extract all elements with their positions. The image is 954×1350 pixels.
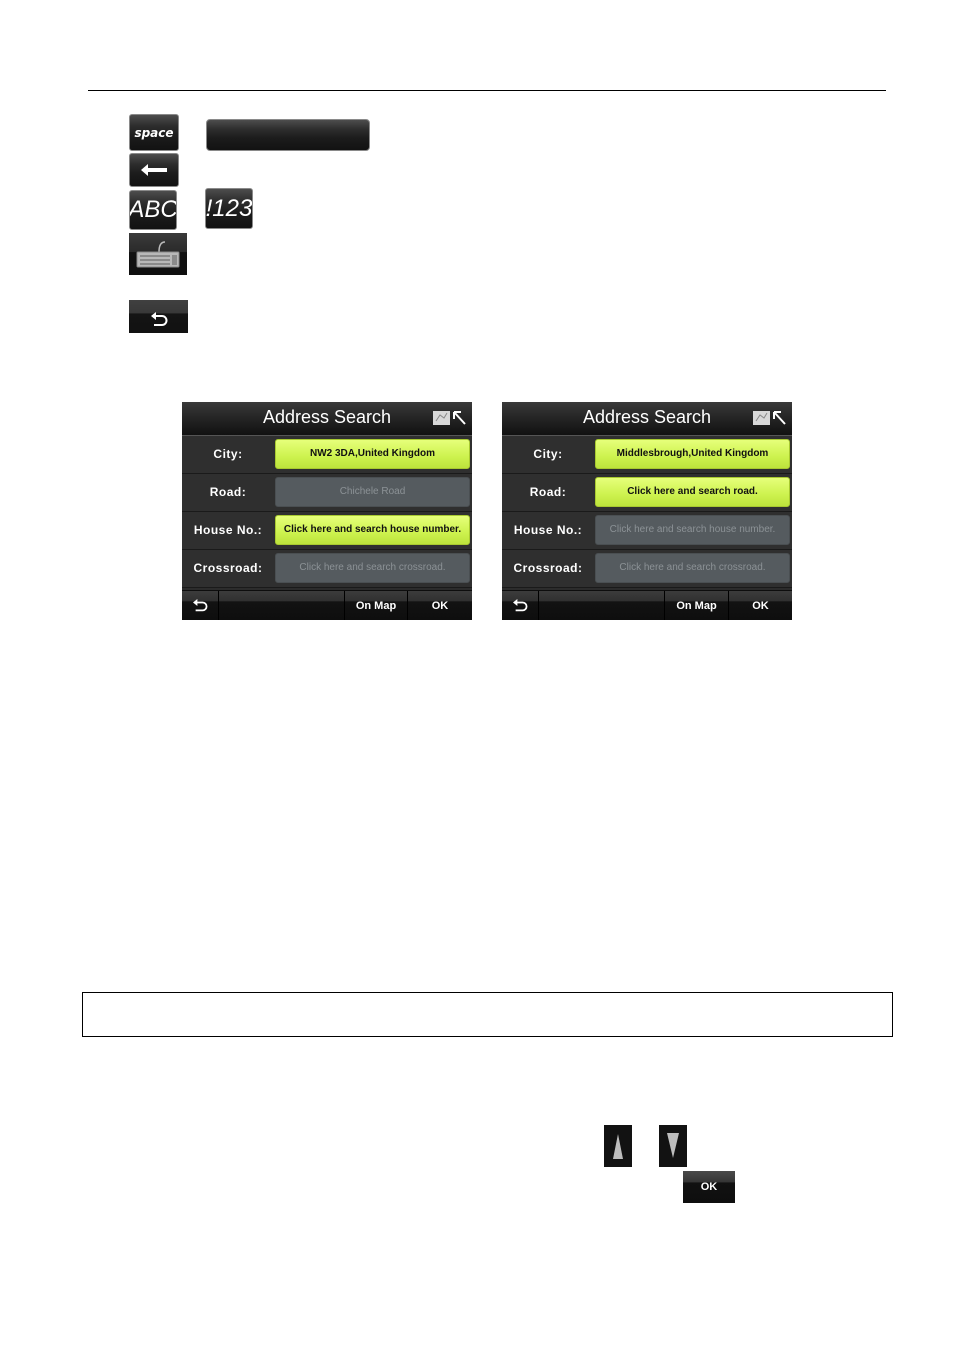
keyboard-key[interactable] xyxy=(129,233,187,275)
city-field[interactable]: NW2 3DA,United Kingdom xyxy=(275,439,470,469)
space-bar-key[interactable] xyxy=(206,119,370,151)
undo-icon xyxy=(513,598,528,611)
undo-icon xyxy=(150,311,167,326)
city-field[interactable]: Middlesbrough,United Kingdom xyxy=(595,439,790,469)
back-button[interactable] xyxy=(502,591,538,620)
scroll-up-key[interactable] xyxy=(604,1125,632,1167)
triangle-up-icon xyxy=(613,1134,623,1159)
ok-button[interactable]: OK xyxy=(407,591,472,620)
abc-key-label: ABC xyxy=(129,196,177,223)
house-no-field[interactable]: Click here and search house number. xyxy=(275,515,470,545)
house-no-label: House No.: xyxy=(193,523,263,537)
city-label: City: xyxy=(533,447,563,461)
back-button[interactable] xyxy=(182,591,218,620)
ok-key[interactable]: OK xyxy=(683,1171,735,1203)
address-search-screen: Address Search City: NW2 3DA,United King… xyxy=(182,402,472,620)
blank-button xyxy=(538,591,664,620)
ok-button[interactable]: OK xyxy=(728,591,792,620)
note-box xyxy=(82,992,893,1037)
house-no-row: House No.: Click here and search house n… xyxy=(502,512,792,550)
crossroad-label: Crossroad: xyxy=(513,561,583,575)
crossroad-row: Crossroad: Click here and search crossro… xyxy=(182,550,472,588)
crossroad-row: Crossroad: Click here and search crossro… xyxy=(502,550,792,588)
on-map-button[interactable]: On Map xyxy=(344,591,407,620)
road-field[interactable]: Chichele Road xyxy=(275,477,470,507)
road-row: Road: Chichele Road xyxy=(182,474,472,512)
scroll-down-key[interactable] xyxy=(659,1125,687,1167)
title-bar: Address Search xyxy=(182,402,472,436)
back-key[interactable] xyxy=(129,300,188,333)
house-no-field[interactable]: Click here and search house number. xyxy=(595,515,790,545)
space-key[interactable]: space xyxy=(129,114,179,151)
backspace-key[interactable] xyxy=(129,153,179,187)
city-row: City: Middlesbrough,United Kingdom xyxy=(502,436,792,474)
city-row: City: NW2 3DA,United Kingdom xyxy=(182,436,472,474)
abc-key[interactable]: ABC xyxy=(129,190,177,230)
header-rule xyxy=(88,90,886,91)
house-no-row: House No.: Click here and search house n… xyxy=(182,512,472,550)
space-key-label: space xyxy=(134,125,174,140)
screen-title: Address Search xyxy=(262,407,392,427)
screen-title: Address Search xyxy=(582,407,712,427)
blank-button xyxy=(218,591,344,620)
road-row: Road: Click here and search road. xyxy=(502,474,792,512)
house-no-label: House No.: xyxy=(513,523,583,537)
map-cursor-icon[interactable] xyxy=(752,409,786,427)
road-label: Road: xyxy=(529,485,567,499)
bottom-toolbar: On Map OK xyxy=(182,590,472,620)
crossroad-field[interactable]: Click here and search crossroad. xyxy=(275,553,470,583)
map-cursor-icon[interactable] xyxy=(432,409,466,427)
triangle-down-icon xyxy=(667,1133,679,1158)
title-bar: Address Search xyxy=(502,402,792,436)
address-search-screen: Address Search City: Middlesbrough,Unite… xyxy=(502,402,792,620)
keyboard-icon xyxy=(136,241,180,268)
city-label: City: xyxy=(213,447,243,461)
undo-icon xyxy=(193,598,208,611)
on-map-button[interactable]: On Map xyxy=(664,591,728,620)
bottom-toolbar: On Map OK xyxy=(502,590,792,620)
road-label: Road: xyxy=(209,485,247,499)
symbol-key-label: !123 xyxy=(205,194,253,222)
road-field[interactable]: Click here and search road. xyxy=(595,477,790,507)
symbol-key[interactable]: !123 xyxy=(205,188,253,229)
crossroad-field[interactable]: Click here and search crossroad. xyxy=(595,553,790,583)
crossroad-label: Crossroad: xyxy=(193,561,263,575)
ok-key-label: OK xyxy=(700,1181,718,1193)
arrow-left-icon xyxy=(141,164,167,176)
